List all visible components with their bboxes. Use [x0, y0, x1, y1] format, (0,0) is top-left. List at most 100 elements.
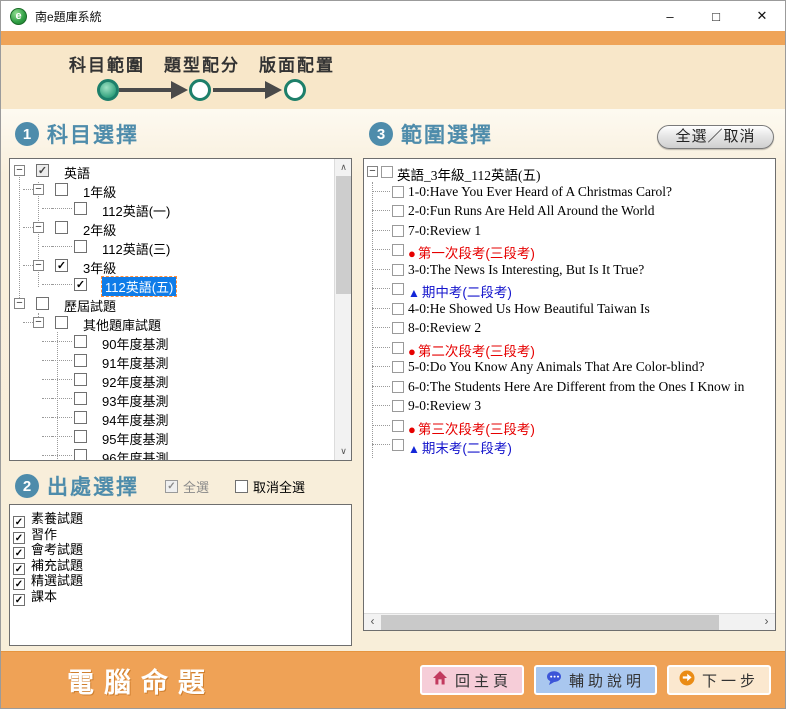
range-tree-row[interactable]: ●第三次段考(三段考) — [364, 416, 775, 436]
range-tree-row[interactable]: ●第一次段考(三段考) — [364, 240, 775, 260]
range-item-label[interactable]: 5-0:Do You Know Any Animals That Are Col… — [408, 359, 704, 375]
range-tree-row[interactable]: ▲期中考(二段考) — [364, 279, 775, 299]
subject-tree-row[interactable]: −✓3年級 — [10, 256, 334, 275]
tree-expand-icon[interactable]: − — [33, 260, 44, 271]
range-tree-row[interactable]: ▲期末考(二段考) — [364, 435, 775, 455]
tree-checkbox[interactable] — [392, 420, 404, 432]
subject-tree-row[interactable]: 94年度基測 — [10, 408, 334, 427]
subject-tree-row[interactable]: −其他題庫試題 — [10, 313, 334, 332]
select-all-toggle-button[interactable]: 全選／取消 — [657, 125, 774, 149]
range-tree-row[interactable]: 8-0:Review 2 — [364, 318, 775, 338]
tree-checkbox[interactable] — [55, 316, 68, 329]
tree-checkbox[interactable] — [392, 283, 404, 295]
tree-item-label[interactable]: 96年度基測 — [102, 448, 168, 461]
range-tree-row[interactable]: ●第二次段考(三段考) — [364, 338, 775, 358]
tree-checkbox[interactable] — [74, 449, 87, 461]
deselect-all-checkbox[interactable]: 取消全選 — [235, 477, 305, 496]
range-item-label[interactable]: 7-0:Review 1 — [408, 223, 481, 239]
tree-checkbox[interactable] — [74, 202, 87, 215]
next-step-button[interactable]: 下一步 — [667, 665, 771, 695]
source-list-item[interactable]: ✓課本 — [10, 586, 351, 602]
range-tree-row[interactable]: 5-0:Do You Know Any Animals That Are Col… — [364, 357, 775, 377]
subject-tree-row[interactable]: 96年度基測 — [10, 446, 334, 461]
select-all-box[interactable]: ✓ — [165, 480, 178, 493]
range-tree-row[interactable]: 4-0:He Showed Us How Beautiful Taiwan Is — [364, 299, 775, 319]
tree-checkbox[interactable] — [74, 373, 87, 386]
range-tree-scrollbar[interactable]: ‹ › — [364, 613, 775, 630]
range-item-label[interactable]: 3-0:The News Is Interesting, But Is It T… — [408, 262, 644, 278]
range-tree-row[interactable]: 3-0:The News Is Interesting, But Is It T… — [364, 260, 775, 280]
tree-checkbox[interactable] — [392, 244, 404, 256]
tree-checkbox[interactable] — [392, 322, 404, 334]
source-list-item[interactable]: ✓素養試題 — [10, 508, 351, 524]
source-list-item[interactable]: ✓會考試題 — [10, 539, 351, 555]
source-list-item[interactable]: ✓習作 — [10, 524, 351, 540]
source-list-item[interactable]: ✓精選試題 — [10, 570, 351, 586]
range-tree-row[interactable]: 1-0:Have You Ever Heard of A Christmas C… — [364, 182, 775, 202]
range-tree-row[interactable]: −英語_3年級_112英語(五) — [364, 162, 775, 182]
range-tree-row[interactable]: 6-0:The Students Here Are Different from… — [364, 377, 775, 397]
tree-expand-icon[interactable]: − — [33, 317, 44, 328]
tree-checkbox[interactable] — [55, 221, 68, 234]
tree-checkbox[interactable]: ✓ — [55, 259, 68, 272]
tree-checkbox[interactable] — [392, 342, 404, 354]
range-item-label[interactable]: 1-0:Have You Ever Heard of A Christmas C… — [408, 184, 672, 200]
subject-tree-row[interactable]: 91年度基測 — [10, 351, 334, 370]
subject-tree-row[interactable]: 92年度基測 — [10, 370, 334, 389]
range-item-label[interactable]: ▲期末考(二段考) — [408, 437, 512, 457]
deselect-all-box[interactable] — [235, 480, 248, 493]
range-item-label[interactable]: 6-0:The Students Here Are Different from… — [408, 379, 744, 395]
subject-tree-row[interactable]: 93年度基測 — [10, 389, 334, 408]
subject-tree-row[interactable]: 95年度基測 — [10, 427, 334, 446]
tree-expand-icon[interactable]: − — [33, 222, 44, 233]
tree-checkbox[interactable] — [392, 186, 404, 198]
tree-checkbox[interactable] — [36, 297, 49, 310]
tree-checkbox[interactable] — [74, 392, 87, 405]
tree-checkbox[interactable] — [392, 225, 404, 237]
tree-checkbox[interactable] — [392, 205, 404, 217]
scroll-up-icon[interactable]: ∧ — [335, 159, 352, 176]
scrollbar-thumb[interactable] — [336, 176, 351, 294]
subject-tree-row[interactable]: −1年級 — [10, 180, 334, 199]
range-item-label[interactable]: 2-0:Fun Runs Are Held All Around the Wor… — [408, 203, 655, 219]
tree-checkbox[interactable] — [74, 430, 87, 443]
minimize-button[interactable]: – — [647, 1, 693, 31]
scroll-right-icon[interactable]: › — [758, 614, 775, 631]
tree-checkbox[interactable] — [74, 411, 87, 424]
tree-checkbox[interactable] — [392, 303, 404, 315]
source-list-item[interactable]: ✓補充試題 — [10, 555, 351, 571]
tree-checkbox[interactable]: ✓ — [36, 164, 49, 177]
subject-tree-row[interactable]: −2年級 — [10, 218, 334, 237]
tree-expand-icon[interactable]: − — [14, 298, 25, 309]
subject-tree-row[interactable]: 112英語(三) — [10, 237, 334, 256]
scroll-left-icon[interactable]: ‹ — [364, 614, 381, 631]
subject-tree-row[interactable]: 112英語(一) — [10, 199, 334, 218]
tree-expand-icon[interactable]: − — [33, 184, 44, 195]
tree-checkbox[interactable] — [392, 381, 404, 393]
range-tree-row[interactable]: 9-0:Review 3 — [364, 396, 775, 416]
scroll-down-icon[interactable]: ∨ — [335, 443, 352, 460]
select-all-checkbox[interactable]: ✓ 全選 — [165, 477, 209, 496]
tree-checkbox[interactable] — [74, 335, 87, 348]
tree-checkbox[interactable] — [392, 400, 404, 412]
range-tree-row[interactable]: 7-0:Review 1 — [364, 221, 775, 241]
subject-tree-row[interactable]: 90年度基測 — [10, 332, 334, 351]
range-item-label[interactable]: 8-0:Review 2 — [408, 320, 481, 336]
range-tree-row[interactable]: 2-0:Fun Runs Are Held All Around the Wor… — [364, 201, 775, 221]
close-button[interactable]: ✕ — [739, 1, 785, 31]
tree-checkbox[interactable] — [55, 183, 68, 196]
subject-tree-row[interactable]: −✓英語 — [10, 161, 334, 180]
tree-checkbox[interactable]: ✓ — [74, 278, 87, 291]
tree-checkbox[interactable] — [392, 264, 404, 276]
tree-checkbox[interactable] — [392, 361, 404, 373]
subject-tree-row[interactable]: ✓112英語(五) — [10, 275, 334, 294]
tree-checkbox[interactable] — [392, 439, 404, 451]
maximize-button[interactable]: □ — [693, 1, 739, 31]
range-item-label[interactable]: 4-0:He Showed Us How Beautiful Taiwan Is — [408, 301, 650, 317]
home-button[interactable]: 回主頁 — [420, 665, 524, 695]
subject-tree-row[interactable]: −歷屆試題 — [10, 294, 334, 313]
tree-expand-icon[interactable]: − — [14, 165, 25, 176]
tree-checkbox[interactable] — [74, 240, 87, 253]
tree-checkbox[interactable] — [381, 166, 393, 178]
help-button[interactable]: 輔助說明 — [534, 665, 657, 695]
